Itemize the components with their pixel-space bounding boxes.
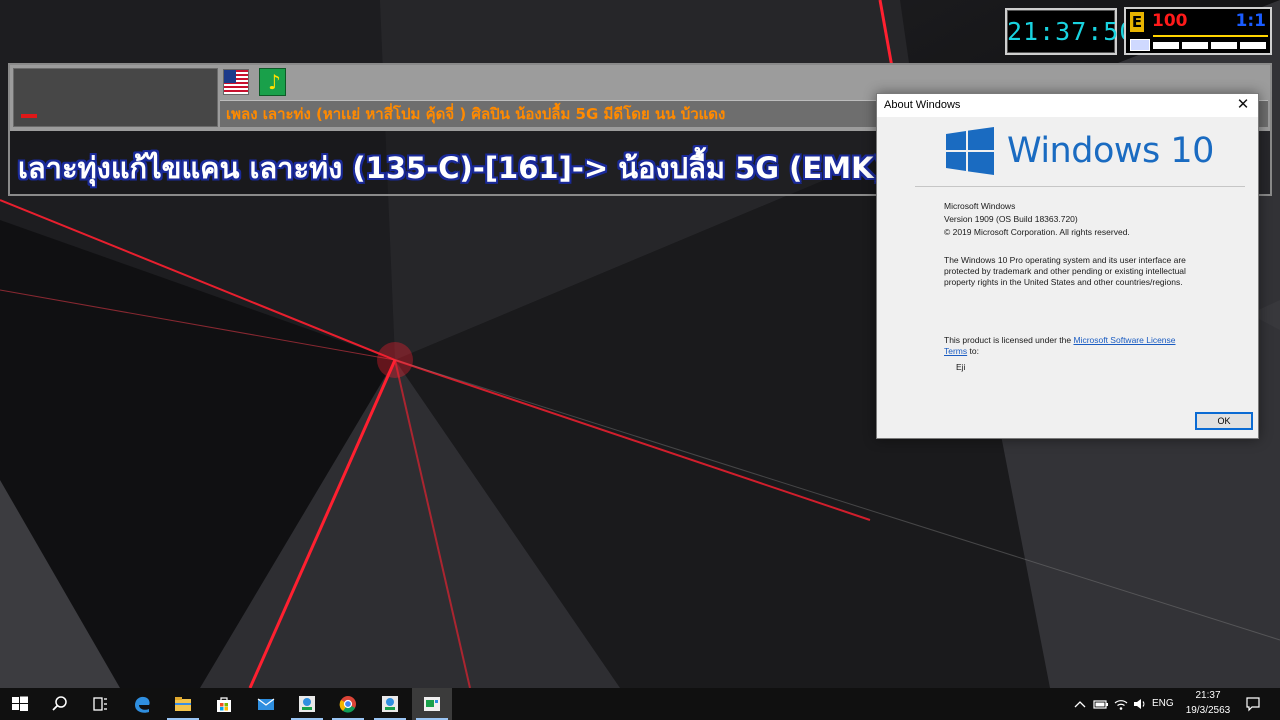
minimize-indicator[interactable] bbox=[21, 114, 37, 118]
battery-icon[interactable] bbox=[1093, 697, 1109, 711]
taskbar-mail[interactable] bbox=[246, 688, 286, 720]
taskbar-karaoke-window[interactable] bbox=[412, 688, 452, 720]
dialog-titlebar[interactable]: About Windows ✕ bbox=[877, 94, 1258, 117]
dialog-title: About Windows bbox=[884, 99, 961, 111]
notification-icon[interactable] bbox=[1245, 696, 1261, 712]
product-name: Microsoft Windows bbox=[944, 201, 1016, 211]
task-view-icon bbox=[93, 697, 107, 711]
license-prefix: This product is licensed under the bbox=[944, 335, 1074, 345]
score-bar bbox=[1153, 35, 1268, 37]
clock-widget: 21:37:50 bbox=[1005, 8, 1136, 55]
license-line-2: Terms to: bbox=[944, 346, 979, 357]
tray-date[interactable]: 19/3/2563 bbox=[1183, 704, 1233, 718]
license-line: This product is licensed under the Micro… bbox=[944, 335, 1176, 346]
taskbar-store[interactable] bbox=[204, 688, 244, 720]
ok-button[interactable]: OK bbox=[1195, 412, 1253, 430]
score-segment bbox=[1182, 42, 1208, 49]
score-segment bbox=[1211, 42, 1237, 49]
license-suffix: to: bbox=[967, 346, 979, 356]
karaoke-app-icon bbox=[299, 696, 315, 712]
chrome-icon bbox=[339, 696, 356, 713]
taskbar-file-explorer[interactable] bbox=[163, 688, 203, 720]
store-icon bbox=[217, 697, 231, 712]
start-button[interactable] bbox=[0, 688, 40, 720]
lyric-line: เลาะทุ่งแก้ไขแคน เลาะท่ง (135-C)-[161]->… bbox=[18, 151, 887, 185]
licensed-user: Eji bbox=[956, 362, 966, 372]
taskbar-chrome[interactable] bbox=[328, 688, 368, 720]
score-widget: E 100 1:1 bbox=[1124, 7, 1272, 55]
score-segment bbox=[1240, 42, 1266, 49]
score-ratio: 1:1 bbox=[1235, 11, 1266, 31]
karaoke-window-icon bbox=[424, 697, 440, 711]
clock-time: 21:37:50 bbox=[1007, 17, 1136, 46]
tray-time[interactable]: 21:37 bbox=[1183, 689, 1233, 703]
legal-text-2: protected by trademark and other pending… bbox=[944, 266, 1186, 276]
mail-icon bbox=[257, 698, 275, 710]
taskbar-karaoke-app[interactable] bbox=[287, 688, 327, 720]
about-windows-dialog: About Windows ✕ Windows 10 Microsoft Win… bbox=[876, 93, 1259, 439]
karaoke-app-icon-2 bbox=[382, 696, 398, 712]
taskbar-karaoke-app-2[interactable] bbox=[370, 688, 410, 720]
karaoke-preview-box bbox=[13, 68, 218, 127]
search-icon bbox=[52, 696, 67, 711]
score-segment bbox=[1153, 42, 1179, 49]
volume-icon[interactable] bbox=[1132, 697, 1148, 711]
divider bbox=[915, 186, 1245, 187]
license-link[interactable]: Microsoft Software License bbox=[1073, 335, 1175, 345]
edge-icon bbox=[135, 696, 150, 713]
taskbar-edge[interactable] bbox=[122, 688, 162, 720]
keyboard-icon bbox=[1130, 39, 1150, 51]
taskbar: ENG 21:37 19/3/2563 bbox=[0, 688, 1280, 720]
legal-text-3: property rights in the United States and… bbox=[944, 277, 1183, 287]
task-view-button[interactable] bbox=[80, 688, 120, 720]
license-terms-link[interactable]: Terms bbox=[944, 346, 967, 356]
windows-logo-icon bbox=[946, 127, 994, 175]
score-value: 100 bbox=[1152, 11, 1188, 31]
us-flag-icon[interactable] bbox=[223, 69, 249, 95]
start-icon bbox=[12, 696, 28, 711]
legal-text-1: The Windows 10 Pro operating system and … bbox=[944, 255, 1186, 265]
music-note-icon[interactable]: ♪ bbox=[259, 68, 286, 96]
wifi-icon[interactable] bbox=[1113, 697, 1129, 711]
file-explorer-icon bbox=[175, 697, 191, 711]
chevron-up-icon[interactable] bbox=[1072, 697, 1088, 711]
score-letter: E bbox=[1130, 12, 1144, 32]
windows-wordmark: Windows 10 bbox=[1007, 131, 1214, 171]
copyright-text: © 2019 Microsoft Corporation. All rights… bbox=[944, 227, 1130, 237]
close-icon[interactable]: ✕ bbox=[1228, 94, 1258, 117]
version-text: Version 1909 (OS Build 18363.720) bbox=[944, 214, 1078, 224]
input-language[interactable]: ENG bbox=[1152, 697, 1174, 711]
search-button[interactable] bbox=[40, 688, 80, 720]
